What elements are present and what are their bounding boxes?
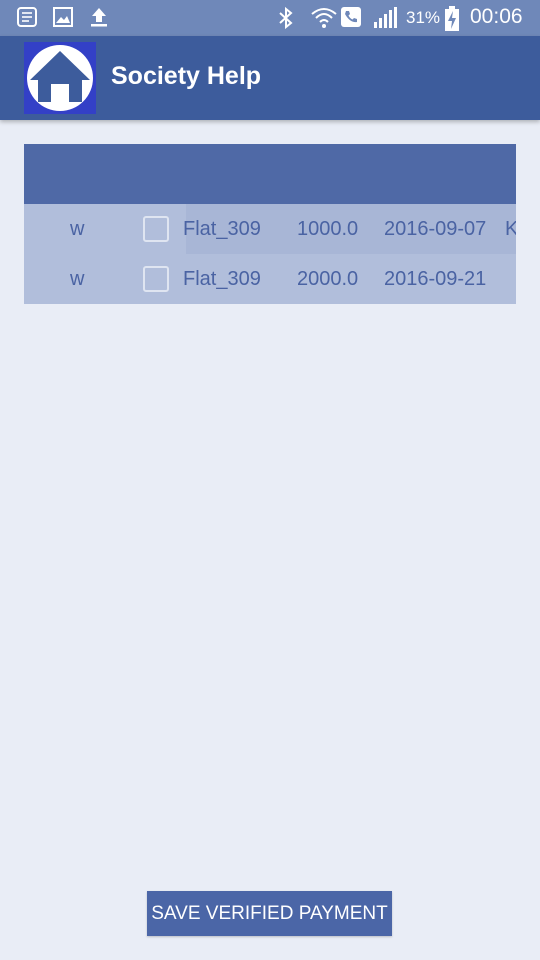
row-amount: 2000.0 (297, 268, 359, 290)
row-date: 2016-09-07 (384, 218, 487, 240)
clock: 00:06 (470, 5, 523, 28)
row-flat: Flat_309 (183, 268, 261, 290)
app-bar: Society Help (0, 36, 540, 120)
row-flat: Flat_309 (183, 218, 261, 240)
row-extra: K (505, 218, 516, 240)
table-row: w Flat_309 1000.0 2016-09-07 K (24, 204, 516, 254)
verify-checkbox[interactable] (143, 266, 169, 292)
image-icon (52, 6, 74, 33)
signal-icon (372, 6, 398, 35)
table-row: w Flat_309 2000.0 2016-09-21 (24, 254, 516, 304)
battery-charging-icon (444, 6, 460, 37)
row-date: 2016-09-21 (384, 268, 487, 290)
upload-icon (88, 6, 110, 33)
row-name: w (70, 218, 85, 240)
bluetooth-icon (276, 6, 296, 35)
battery-percent: 31% (406, 8, 441, 27)
wifi-icon (310, 6, 338, 35)
status-bar: 31% 00:06 (0, 0, 540, 36)
app-title: Society Help (111, 62, 262, 90)
table-header (24, 144, 516, 204)
verify-checkbox[interactable] (143, 216, 169, 242)
row-name: w (70, 268, 85, 290)
notes-icon (16, 6, 38, 33)
app-logo[interactable] (24, 42, 96, 114)
row-amount: 1000.0 (297, 218, 359, 240)
save-verified-payment-button[interactable]: SAVE VERIFIED PAYMENT (147, 891, 392, 936)
call-icon (340, 6, 362, 33)
home-icon (27, 45, 93, 111)
payments-table: w Flat_309 1000.0 2016-09-07 K w Flat_30… (24, 144, 516, 304)
